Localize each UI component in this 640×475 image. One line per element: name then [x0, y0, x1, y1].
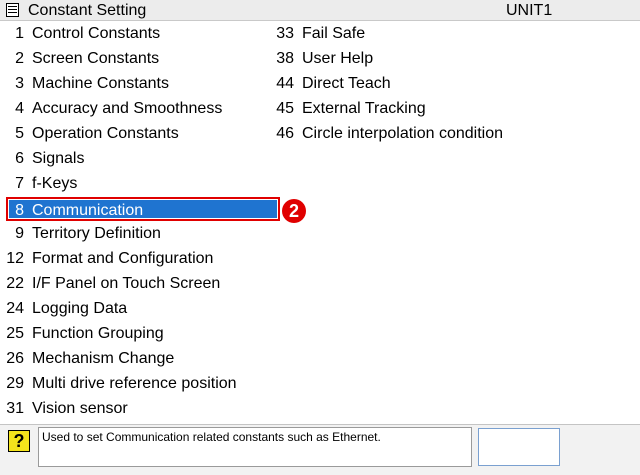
- menu-item-format-configuration[interactable]: 12 Format and Configuration: [0, 247, 213, 271]
- menu-item-if-panel-touch-screen[interactable]: 22 I/F Panel on Touch Screen: [0, 272, 220, 296]
- menu-item-territory-definition[interactable]: 9 Territory Definition: [0, 222, 161, 246]
- menu-item-label: f-Keys: [32, 175, 78, 192]
- menu-item-label: Signals: [32, 150, 85, 167]
- status-bar: ? Used to set Communication related cons…: [0, 424, 640, 475]
- menu-item-label: Operation Constants: [32, 125, 179, 142]
- menu-item-operation-constants[interactable]: 5 Operation Constants: [0, 122, 179, 146]
- menu-item-number: 26: [6, 350, 24, 367]
- menu-item-number: 8: [15, 202, 24, 219]
- menu-item-number: 2: [15, 50, 24, 67]
- menu-item-accuracy-smoothness[interactable]: 4 Accuracy and Smoothness: [0, 97, 222, 121]
- menu-item-label: Logging Data: [32, 300, 128, 317]
- menu-item-label: User Help: [302, 50, 374, 67]
- menu-item-label: Multi drive reference position: [32, 375, 237, 392]
- menu-item-direct-teach[interactable]: 44 Direct Teach: [276, 72, 391, 96]
- menu-item-communication[interactable]: 8 Communication: [6, 197, 280, 221]
- menu-item-machine-constants[interactable]: 3 Machine Constants: [0, 72, 169, 96]
- menu-item-label: Territory Definition: [32, 225, 161, 242]
- menu-item-user-help[interactable]: 38 User Help: [276, 47, 373, 71]
- menu-item-number: 45: [276, 100, 294, 117]
- menu-item-number: 29: [6, 375, 24, 392]
- menu-item-signals[interactable]: 6 Signals: [0, 147, 84, 171]
- menu-item-vision-sensor[interactable]: 31 Vision sensor: [0, 397, 128, 421]
- menu-item-label: Control Constants: [32, 25, 161, 42]
- menu-item-number: 31: [6, 400, 24, 417]
- menu-item-label: Machine Constants: [32, 75, 169, 92]
- menu-item-external-tracking[interactable]: 45 External Tracking: [276, 97, 426, 121]
- menu-item-number: 33: [276, 25, 294, 42]
- menu-item-number: 1: [15, 25, 24, 42]
- help-icon[interactable]: ?: [8, 430, 30, 452]
- window-title: Constant Setting: [28, 2, 147, 19]
- menu-item-number: 24: [6, 300, 24, 317]
- menu-item-circle-interpolation[interactable]: 46 Circle interpolation condition: [276, 122, 503, 146]
- menu-item-number: 38: [276, 50, 294, 67]
- menu-item-label: Mechanism Change: [32, 350, 175, 367]
- menu-item-label: Function Grouping: [32, 325, 164, 342]
- menu-item-number: 3: [15, 75, 24, 92]
- menu-item-multi-drive-reference[interactable]: 29 Multi drive reference position: [0, 372, 237, 396]
- help-message: Used to set Communication related consta…: [38, 427, 472, 467]
- menu-item-screen-constants[interactable]: 2 Screen Constants: [0, 47, 159, 71]
- menu-item-number: 7: [15, 175, 24, 192]
- menu-item-number: 9: [15, 225, 24, 242]
- menu-item-number: 4: [15, 100, 24, 117]
- step-number-badge: 2: [282, 199, 306, 223]
- unit-label: UNIT1: [506, 2, 553, 19]
- menu-item-number: 22: [6, 275, 24, 292]
- menu-item-label: Direct Teach: [302, 75, 391, 92]
- menu-item-number: 25: [6, 325, 24, 342]
- title-bar: Constant Setting UNIT1: [0, 0, 640, 21]
- menu-item-label: Screen Constants: [32, 50, 160, 67]
- menu-item-number: 46: [276, 125, 294, 142]
- menu-item-mechanism-change[interactable]: 26 Mechanism Change: [0, 347, 174, 371]
- menu-item-label: I/F Panel on Touch Screen: [32, 275, 221, 292]
- menu-item-fail-safe[interactable]: 33 Fail Safe: [276, 22, 365, 46]
- menu-item-label: Vision sensor: [32, 400, 128, 417]
- menu-item-label: Fail Safe: [302, 25, 366, 42]
- menu-item-control-constants[interactable]: 1 Control Constants: [0, 22, 160, 46]
- menu-item-number: 6: [15, 150, 24, 167]
- menu-item-label: Format and Configuration: [32, 250, 214, 267]
- menu-item-number: 44: [276, 75, 294, 92]
- document-icon: [6, 3, 19, 17]
- menu-item-function-grouping[interactable]: 25 Function Grouping: [0, 322, 164, 346]
- menu-item-label: Accuracy and Smoothness: [32, 100, 223, 117]
- menu-item-number: 5: [15, 125, 24, 142]
- menu-item-f-keys[interactable]: 7 f-Keys: [0, 172, 77, 196]
- menu-item-label: External Tracking: [302, 100, 426, 117]
- menu-item-logging-data[interactable]: 24 Logging Data: [0, 297, 127, 321]
- status-side-box: [478, 428, 560, 466]
- menu-item-label: Communication: [32, 202, 144, 219]
- menu-item-label: Circle interpolation condition: [302, 125, 503, 142]
- menu-item-number: 12: [6, 250, 24, 267]
